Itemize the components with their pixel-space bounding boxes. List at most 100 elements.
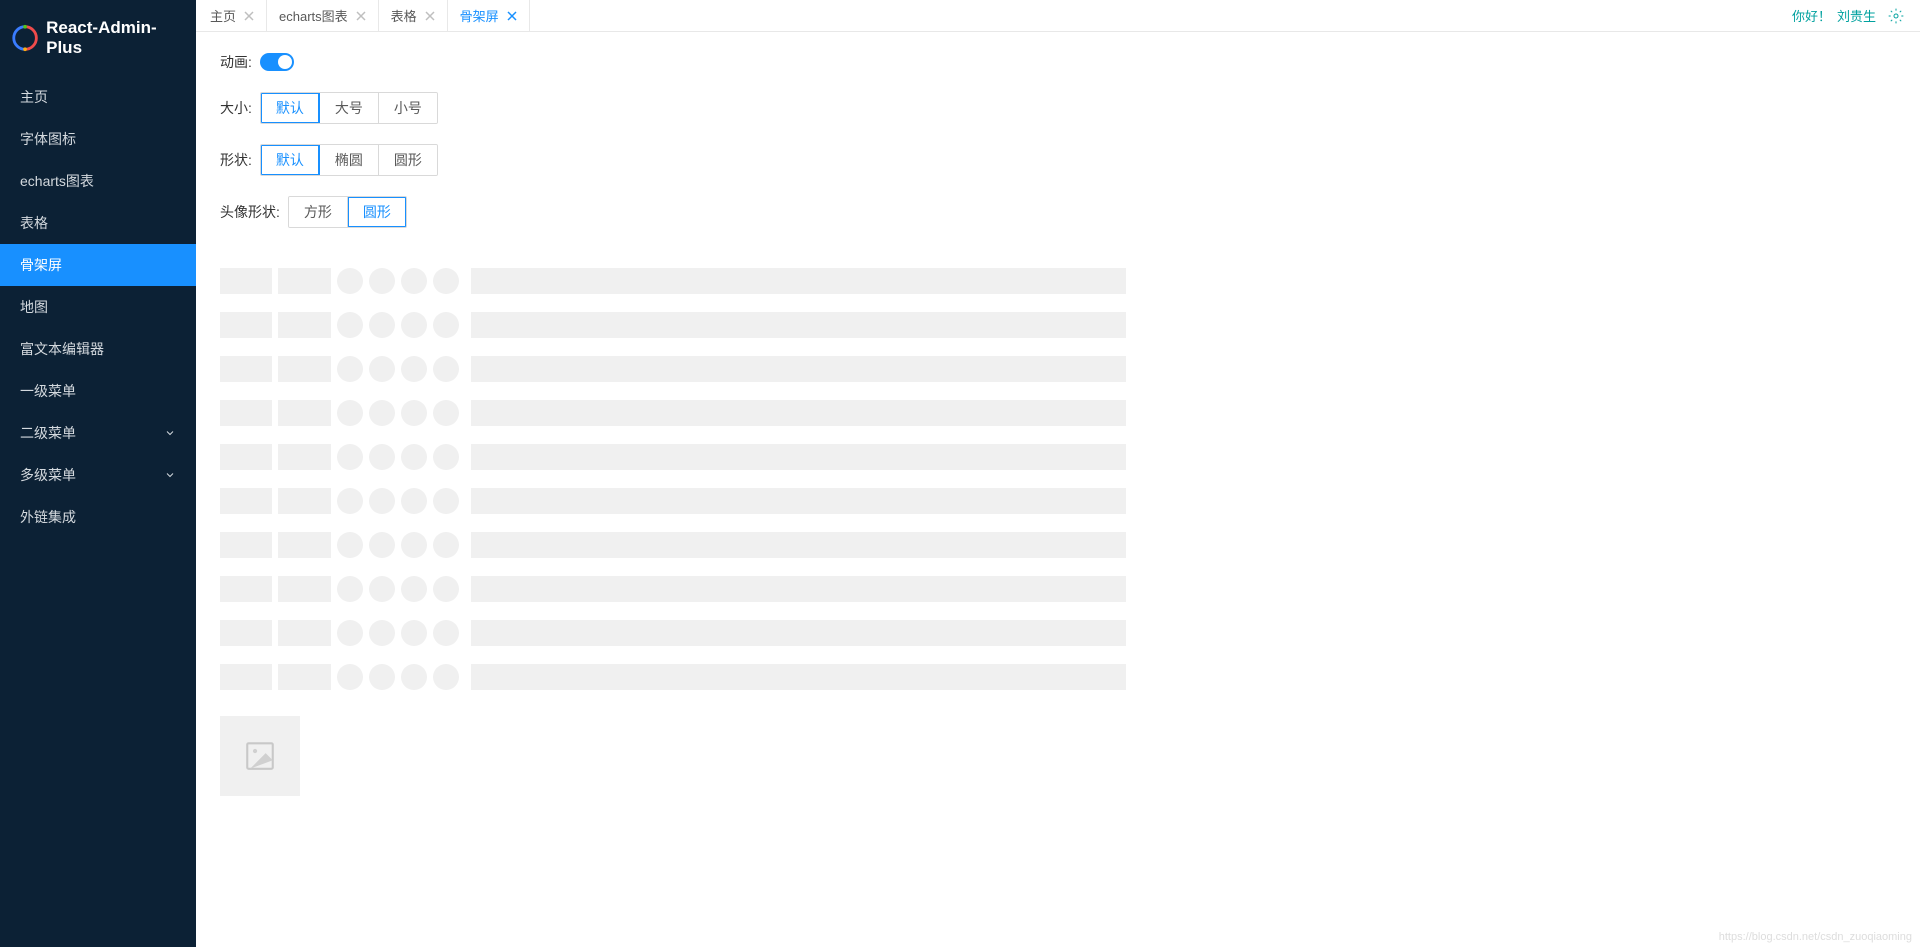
- skeleton-circle: [369, 576, 395, 602]
- skeleton-block: [220, 356, 272, 382]
- username[interactable]: 刘贵生: [1837, 6, 1876, 25]
- sidebar-item-1[interactable]: 字体图标: [0, 118, 196, 160]
- sidebar-item-0[interactable]: 主页: [0, 76, 196, 118]
- skeleton-circle: [401, 664, 427, 690]
- sidebar-item-label: 表格: [20, 213, 48, 233]
- skeleton-block: [278, 532, 331, 558]
- size-option-2[interactable]: 小号: [379, 93, 437, 123]
- skeleton-bar: [471, 664, 1126, 690]
- skeleton-circle: [337, 400, 363, 426]
- sidebar-item-label: 二级菜单: [20, 423, 76, 443]
- close-icon[interactable]: [425, 11, 435, 21]
- tab-label: 主页: [210, 6, 236, 25]
- sidebar-item-label: 富文本编辑器: [20, 339, 104, 359]
- sidebar-item-6[interactable]: 富文本编辑器: [0, 328, 196, 370]
- switch-knob: [278, 55, 292, 69]
- tab-0[interactable]: 主页: [198, 0, 267, 31]
- skeleton-circle: [433, 356, 459, 382]
- skeleton-circle: [337, 620, 363, 646]
- skeleton-circle: [337, 532, 363, 558]
- tab-3[interactable]: 骨架屏: [448, 0, 530, 31]
- close-icon[interactable]: [507, 11, 517, 21]
- main: 主页echarts图表表格骨架屏 你好！ 刘贵生 动画: 大小:: [196, 0, 1920, 947]
- sidebar-item-label: 地图: [20, 297, 48, 317]
- sidebar-item-7[interactable]: 一级菜单: [0, 370, 196, 412]
- skeleton-block: [278, 488, 331, 514]
- image-placeholder: [220, 716, 300, 796]
- sidebar-item-8[interactable]: 二级菜单: [0, 412, 196, 454]
- chevron-down-icon: [164, 427, 176, 439]
- skeleton-circle: [369, 664, 395, 690]
- skeleton-row: [220, 620, 1896, 646]
- avatar-shape-option-0[interactable]: 方形: [289, 197, 348, 227]
- tab-label: 骨架屏: [460, 6, 499, 25]
- skeleton-circle: [401, 312, 427, 338]
- close-icon[interactable]: [356, 11, 366, 21]
- skeleton-row: [220, 312, 1896, 338]
- skeleton-block: [278, 312, 331, 338]
- size-label: 大小:: [220, 98, 252, 118]
- skeleton-bar: [471, 576, 1126, 602]
- avatar-shape-radio-group: 方形圆形: [288, 196, 407, 228]
- close-icon[interactable]: [244, 11, 254, 21]
- skeleton-row: [220, 532, 1896, 558]
- skeleton-circle: [369, 532, 395, 558]
- sidebar-item-9[interactable]: 多级菜单: [0, 454, 196, 496]
- skeleton-bar: [471, 268, 1126, 294]
- size-radio-group: 默认大号小号: [260, 92, 438, 124]
- skeleton-row: [220, 488, 1896, 514]
- sidebar-item-label: echarts图表: [20, 171, 94, 191]
- skeleton-area: [220, 268, 1896, 690]
- sidebar-item-3[interactable]: 表格: [0, 202, 196, 244]
- tabs-bar: 主页echarts图表表格骨架屏 你好！ 刘贵生: [196, 0, 1920, 32]
- size-option-1[interactable]: 大号: [320, 93, 379, 123]
- brand: React-Admin-Plus: [0, 0, 196, 76]
- skeleton-circle: [401, 356, 427, 382]
- sidebar-item-label: 外链集成: [20, 507, 76, 527]
- skeleton-circle: [337, 576, 363, 602]
- avatar-shape-option-1[interactable]: 圆形: [348, 197, 406, 227]
- skeleton-block: [220, 532, 272, 558]
- sidebar-item-label: 骨架屏: [20, 255, 62, 275]
- skeleton-circle: [433, 532, 459, 558]
- chevron-down-icon: [164, 469, 176, 481]
- shape-option-0[interactable]: 默认: [261, 145, 320, 175]
- skeleton-circle: [337, 268, 363, 294]
- skeleton-block: [278, 664, 331, 690]
- sidebar: React-Admin-Plus 主页字体图标 echarts图表表格骨架屏地图富…: [0, 0, 196, 947]
- sidebar-item-5[interactable]: 地图: [0, 286, 196, 328]
- skeleton-block: [278, 400, 331, 426]
- sidebar-menu: 主页字体图标 echarts图表表格骨架屏地图富文本编辑器一级菜单二级菜单多级菜单…: [0, 76, 196, 538]
- animation-switch[interactable]: [260, 53, 294, 71]
- skeleton-block: [220, 576, 272, 602]
- shape-option-2[interactable]: 圆形: [379, 145, 437, 175]
- skeleton-block: [220, 620, 272, 646]
- skeleton-block: [278, 620, 331, 646]
- skeleton-block: [278, 268, 331, 294]
- size-option-0[interactable]: 默认: [261, 93, 320, 123]
- skeleton-block: [220, 400, 272, 426]
- skeleton-bar: [471, 620, 1126, 646]
- skeleton-circle: [401, 268, 427, 294]
- skeleton-circle: [369, 400, 395, 426]
- tab-label: echarts图表: [279, 6, 348, 25]
- skeleton-circle: [337, 356, 363, 382]
- settings-icon[interactable]: [1888, 8, 1904, 24]
- sidebar-item-label: 字体图标: [20, 129, 76, 149]
- skeleton-circle: [401, 400, 427, 426]
- skeleton-block: [220, 268, 272, 294]
- sidebar-item-4[interactable]: 骨架屏: [0, 244, 196, 286]
- skeleton-circle: [433, 400, 459, 426]
- skeleton-circle: [369, 268, 395, 294]
- skeleton-circle: [433, 576, 459, 602]
- shape-option-1[interactable]: 椭圆: [320, 145, 379, 175]
- skeleton-bar: [471, 532, 1126, 558]
- skeleton-row: [220, 664, 1896, 690]
- tab-1[interactable]: echarts图表: [267, 0, 379, 31]
- sidebar-item-10[interactable]: 外链集成: [0, 496, 196, 538]
- skeleton-block: [220, 664, 272, 690]
- animation-label: 动画:: [220, 52, 252, 72]
- sidebar-item-2[interactable]: echarts图表: [0, 160, 196, 202]
- tab-2[interactable]: 表格: [379, 0, 448, 31]
- content: 动画: 大小: 默认大号小号 形状: 默认椭圆圆形 头像形状: 方形圆形: [196, 32, 1920, 947]
